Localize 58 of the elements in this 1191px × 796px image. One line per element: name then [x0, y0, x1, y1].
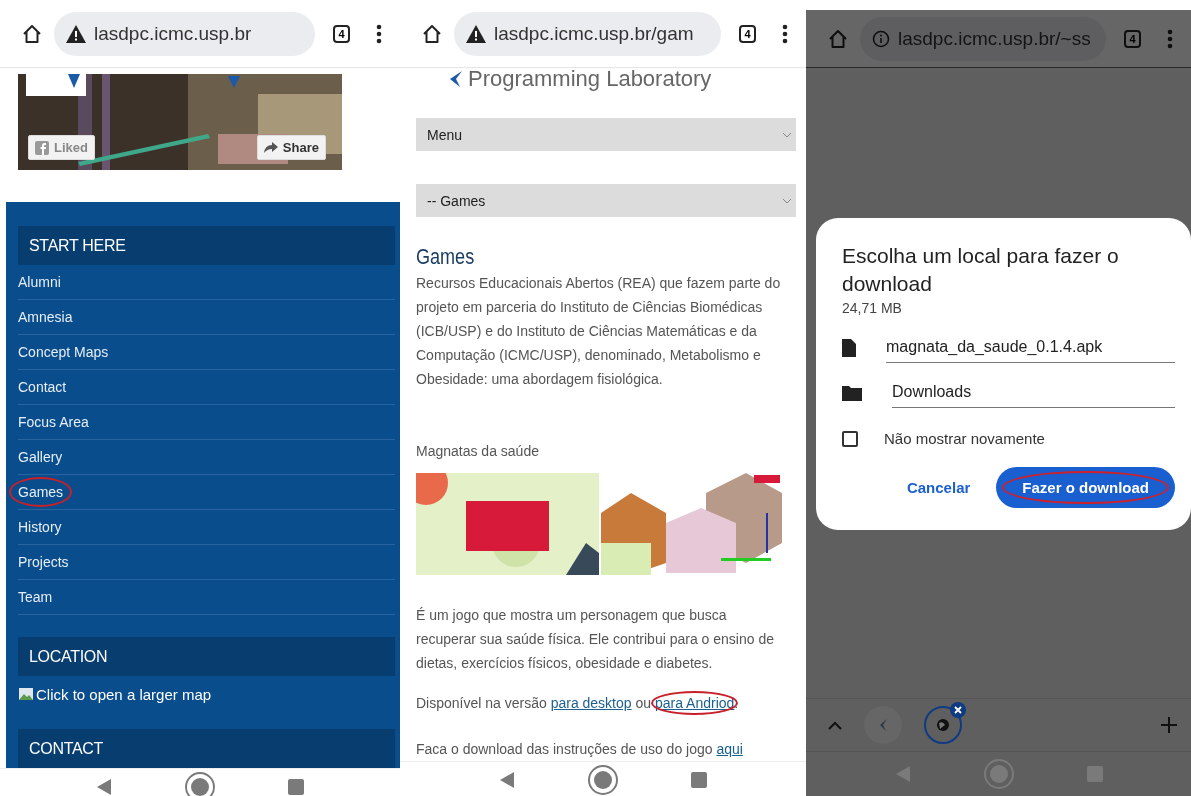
sidebar-item[interactable]: Gallery: [18, 440, 63, 474]
address-bar[interactable]: lasdpc.icmc.usp.br/gam: [454, 11, 721, 56]
sidebar-item[interactable]: Concept Maps: [18, 335, 109, 369]
back-icon[interactable]: [96, 778, 112, 796]
sidebar-item[interactable]: Contact: [18, 370, 67, 404]
section-header: LOCATION: [18, 637, 395, 676]
more-icon[interactable]: [376, 23, 382, 44]
dropdown[interactable]: -- Games: [416, 184, 796, 217]
sidebar-item[interactable]: Projects: [18, 545, 69, 579]
back-icon[interactable]: [499, 771, 515, 789]
home-icon[interactable]: [22, 23, 42, 44]
section-header: CONTACT: [18, 729, 395, 768]
share-arrow-icon: [263, 141, 278, 154]
sidebar-item[interactable]: Alumni: [18, 265, 61, 299]
tab-count-button[interactable]: 4: [333, 24, 350, 43]
sidebar-item[interactable]: Focus Area: [18, 405, 89, 439]
chevron-down-icon: [782, 131, 792, 138]
tab-thumbnail[interactable]: [864, 706, 902, 744]
chevron-down-icon: [782, 197, 792, 204]
chevron-up-icon[interactable]: [828, 720, 842, 730]
tab-count-button[interactable]: 4: [739, 24, 756, 43]
instructions-text: Faca o download das instruções de uso do jogo aqui: [416, 737, 782, 761]
input-field[interactable]: Downloads: [892, 377, 1175, 408]
sidebar-item[interactable]: History: [18, 510, 62, 544]
address-bar[interactable]: lasdpc.icmc.usp.br: [54, 11, 315, 56]
file-icon: [842, 338, 856, 357]
intro-paragraph: Recursos Educacionais Abertos (REA) que fazem parte do projeto em parceria do Instituto de Ciências Biomédicas (ICB/USP) e do Instituto de Ciências Matemáticas e da Computação (ICMC/USP), denominado, Metabolismo e Obesidade: uma abordagem fisiológica.: [416, 274, 782, 389]
logo-text: Programming Laboratory: [468, 66, 712, 92]
folder-icon: [842, 384, 862, 401]
tab-count-button[interactable]: 4: [1124, 29, 1141, 48]
more-icon[interactable]: [782, 23, 788, 44]
plus-icon[interactable]: [1161, 717, 1177, 733]
facebook-icon: [35, 140, 49, 155]
link[interactable]: para desktop: [550, 691, 632, 715]
section-header: START HERE: [18, 226, 395, 265]
sidebar-item[interactable]: Team: [18, 580, 53, 614]
dropdown[interactable]: Menu: [416, 118, 796, 151]
warning-icon[interactable]: [66, 24, 86, 43]
availability-text: Disponível na versão para desktop ou para Andriod.: [416, 691, 782, 715]
input-field[interactable]: magnata_da_saude_0.1.4.apk: [886, 332, 1175, 363]
file-size: 24,71 MB: [842, 300, 903, 316]
game-title: Magnatas da saúde: [416, 442, 540, 461]
link[interactable]: aqui: [716, 737, 743, 761]
home-icon[interactable]: [422, 23, 442, 44]
map-link[interactable]: Click to open a larger map: [36, 685, 212, 703]
info-icon[interactable]: [872, 29, 890, 48]
download-button[interactable]: Fazer o download: [996, 467, 1175, 508]
sidebar-item[interactable]: Amnesia: [18, 300, 73, 334]
checkbox-label: Não mostrar novamente: [884, 430, 1045, 447]
warning-icon[interactable]: [466, 24, 486, 43]
cancel-button[interactable]: Cancelar: [906, 467, 971, 508]
page-heading: Games: [416, 245, 475, 269]
sidebar-item[interactable]: Games: [18, 475, 64, 509]
dialog-title: Escolha um local para fazer o download: [842, 243, 1120, 297]
share-button[interactable]: Share: [256, 135, 326, 160]
broken-image-icon: [18, 686, 34, 702]
checkbox[interactable]: [842, 430, 858, 447]
description-paragraph: É um jogo que mostra um personagem que busca recuperar sua saúde física. Ele contribui para o ensino de dietas, exercícios físicos, obesidade e diabetes.: [416, 606, 775, 673]
